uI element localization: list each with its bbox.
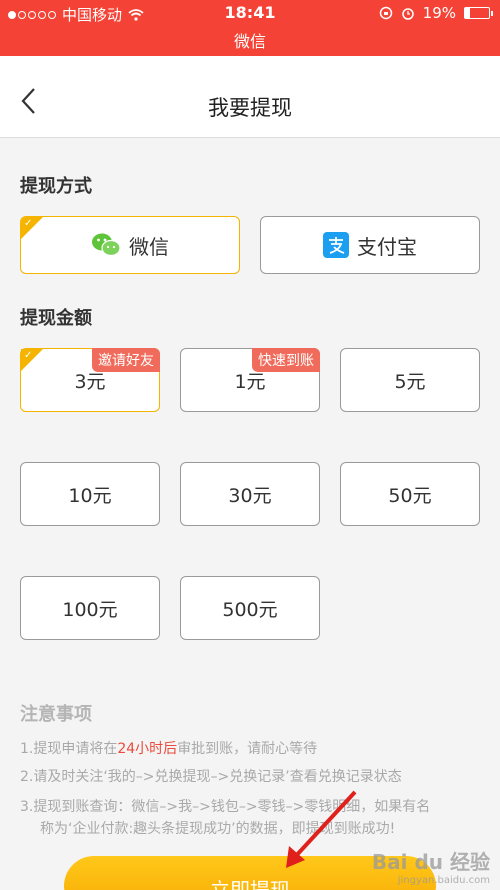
- method-alipay-option[interactable]: 支付宝: [260, 216, 480, 274]
- amount-label: 5元: [394, 370, 426, 393]
- fast-badge: 快速到账: [252, 348, 320, 372]
- check-icon: ✓: [24, 350, 33, 361]
- wechat-icon: [92, 233, 121, 257]
- amount-option-50[interactable]: 50元: [340, 462, 480, 526]
- note-line-4: 称为‘企业付款:趣头条提现成功’的数据，即提现到账成功!: [40, 821, 396, 837]
- amount-label: 30元: [228, 484, 272, 507]
- method-label: 支付宝: [357, 234, 417, 259]
- amount-option-5[interactable]: 5元: [340, 348, 480, 412]
- method-section-title: 提现方式: [20, 176, 92, 197]
- amount-label: 10元: [68, 484, 112, 507]
- amount-option-100[interactable]: 100元: [20, 576, 160, 640]
- note-text: 审批到账，请耐心等待: [177, 741, 318, 757]
- amount-section-title: 提现金额: [20, 308, 92, 329]
- battery-icon: [464, 7, 493, 19]
- method-wechat-option[interactable]: ✓ 微信: [20, 216, 240, 274]
- alarm-icon: [401, 8, 414, 20]
- watermark-url: jingyan.baidu.com: [397, 875, 490, 886]
- nav-bar: 我要提现: [0, 56, 500, 138]
- page-title: 我要提现: [208, 96, 292, 120]
- check-icon: ✓: [24, 218, 33, 229]
- watermark: Bai du 经验 jingyan.baidu.com: [372, 846, 490, 886]
- amount-label: 50元: [388, 484, 432, 507]
- notes-title: 注意事项: [20, 704, 92, 725]
- note-highlight: 24小时后: [117, 741, 178, 757]
- amount-label: 500元: [222, 598, 278, 621]
- amount-option-3[interactable]: ✓ 邀请好友 3元: [20, 348, 160, 412]
- battery-percent: 19%: [422, 4, 456, 22]
- method-label: 微信: [129, 234, 169, 259]
- app-name: 微信: [233, 32, 266, 51]
- watermark-brand: Bai du 经验: [371, 850, 490, 874]
- alipay-icon: [323, 232, 349, 258]
- amount-option-30[interactable]: 30元: [180, 462, 320, 526]
- amount-option-1[interactable]: 快速到账 1元: [180, 348, 320, 412]
- amount-option-500[interactable]: 500元: [180, 576, 320, 640]
- status-bar: 中国移动 18:41 19% 微信: [0, 0, 500, 56]
- amount-option-10[interactable]: 10元: [20, 462, 160, 526]
- note-line-1: 1.提现申请将在24小时后审批到账，请耐心等待: [20, 738, 317, 758]
- note-line-3: 3.提现到账查询：微信–>我–>钱包–>零钱–>零钱明细，如果有名: [20, 799, 431, 815]
- amount-label: 100元: [62, 598, 118, 621]
- note-text: 1.提现申请将在: [20, 741, 118, 757]
- invite-badge: 邀请好友: [92, 348, 160, 372]
- rotation-lock-icon: [379, 6, 392, 20]
- note-line-2: 2.请及时关注‘我的–>兑换提现–>兑换记录’查看兑换记录状态: [20, 769, 402, 785]
